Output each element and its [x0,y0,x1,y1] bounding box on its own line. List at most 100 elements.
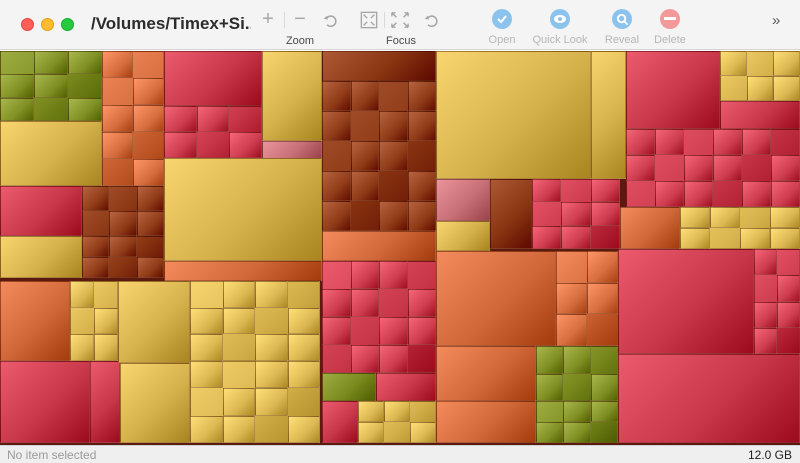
treemap-cell[interactable] [358,422,384,443]
treemap-cell[interactable] [102,105,133,132]
treemap-cell[interactable] [70,334,94,361]
treemap-cell[interactable] [350,81,379,111]
treemap-cell[interactable] [0,121,102,186]
treemap-cell[interactable] [255,361,288,389]
treemap-cell[interactable] [771,181,800,207]
treemap-cell[interactable] [350,171,379,201]
treemap-cell[interactable] [109,236,137,257]
treemap-cell[interactable] [532,225,562,249]
treemap-cell[interactable] [0,361,90,443]
treemap-cell[interactable] [133,159,164,186]
treemap-cell[interactable] [322,289,351,317]
treemap-cell[interactable] [587,282,618,315]
treemap-cell[interactable] [287,361,320,389]
treemap-cell[interactable] [590,373,618,401]
treemap-cell[interactable] [590,202,620,226]
treemap-cell[interactable] [379,111,408,141]
treemap-cell[interactable] [229,132,262,158]
treemap-cell[interactable] [287,334,320,361]
treemap-cell[interactable] [720,51,747,76]
treemap-cell[interactable] [255,388,288,416]
treemap-cell[interactable] [222,415,255,443]
treemap-cell[interactable] [68,51,102,75]
zoom-out-button[interactable]: − [292,8,308,30]
treemap-cell[interactable] [490,179,532,249]
treemap-cell[interactable] [436,401,536,443]
treemap-cell[interactable] [118,281,190,363]
treemap-cell[interactable] [618,354,800,443]
treemap-cell[interactable] [120,363,190,443]
treemap-cell[interactable] [436,51,591,179]
zoom-window-button[interactable] [61,18,74,31]
treemap-cell[interactable] [742,181,771,207]
treemap-cell[interactable] [322,231,436,261]
treemap-cell[interactable] [190,415,223,443]
treemap-cell[interactable] [713,155,742,181]
treemap-cell[interactable] [563,422,591,443]
treemap-cell[interactable] [164,261,322,281]
treemap-cell[interactable] [384,401,410,422]
treemap-cell[interactable] [164,106,197,132]
treemap-cell[interactable] [196,106,230,132]
treemap-cell[interactable] [350,289,379,317]
treemap-cell[interactable] [0,186,82,236]
treemap-cell[interactable] [82,236,110,257]
treemap-cell[interactable] [740,228,770,249]
treemap-cell[interactable] [680,207,710,228]
treemap-cell[interactable] [350,345,379,373]
open-button[interactable]: Open [470,9,534,46]
treemap-cell[interactable] [773,76,800,101]
treemap-cell[interactable] [746,76,774,101]
treemap-cell[interactable] [410,422,436,443]
treemap-cell[interactable] [620,207,680,249]
treemap-cell[interactable] [587,251,618,283]
treemap-cell[interactable] [350,141,379,171]
minimize-window-button[interactable] [41,18,54,31]
treemap-cell[interactable] [777,275,800,302]
treemap-cell[interactable] [436,251,556,346]
treemap-cell[interactable] [34,51,68,75]
treemap-cell[interactable] [770,228,800,249]
treemap-cell[interactable] [102,132,133,159]
treemap-cell[interactable] [322,51,436,81]
toolbar-overflow-button[interactable]: » [772,12,781,29]
treemap-cell[interactable] [379,317,408,345]
treemap-cell[interactable] [262,51,322,141]
treemap-cell[interactable] [350,261,379,289]
treemap-cell[interactable] [536,346,564,374]
treemap-cell[interactable] [133,105,164,132]
treemap-cell[interactable] [532,179,562,203]
treemap-cell[interactable] [561,225,591,249]
treemap-cell[interactable] [436,221,490,251]
treemap-cell[interactable] [222,388,255,416]
treemap-cell[interactable] [742,129,771,155]
treemap-cell[interactable] [536,422,564,443]
treemap-cell[interactable] [136,186,164,211]
treemap-cell[interactable] [626,51,720,129]
treemap-cell[interactable] [82,186,110,211]
treemap-cell[interactable] [0,97,34,121]
treemap-cell[interactable] [710,207,740,228]
treemap-cell[interactable] [556,282,587,315]
treemap-cell[interactable] [556,314,587,346]
treemap-cell[interactable] [536,373,564,401]
treemap-cell[interactable] [133,78,164,105]
treemap-cell[interactable] [436,179,490,221]
treemap-cell[interactable] [262,141,322,159]
treemap-cell[interactable] [164,158,322,261]
treemap-cell[interactable] [164,51,262,106]
treemap-cell[interactable] [82,257,110,278]
treemap-cell[interactable] [407,81,436,111]
treemap-cell[interactable] [376,373,436,401]
treemap-cell[interactable] [190,361,223,389]
focus-in-button[interactable] [360,11,378,29]
treemap-cell[interactable] [590,401,618,422]
treemap-cell[interactable] [777,301,800,328]
treemap-cell[interactable] [222,307,255,335]
treemap-cell[interactable] [190,307,223,335]
focus-reset-button[interactable] [422,11,440,29]
treemap-cell[interactable] [754,301,777,328]
zoom-reset-button[interactable] [321,11,339,29]
treemap-cell[interactable] [713,129,742,155]
treemap-cell[interactable] [70,281,94,308]
